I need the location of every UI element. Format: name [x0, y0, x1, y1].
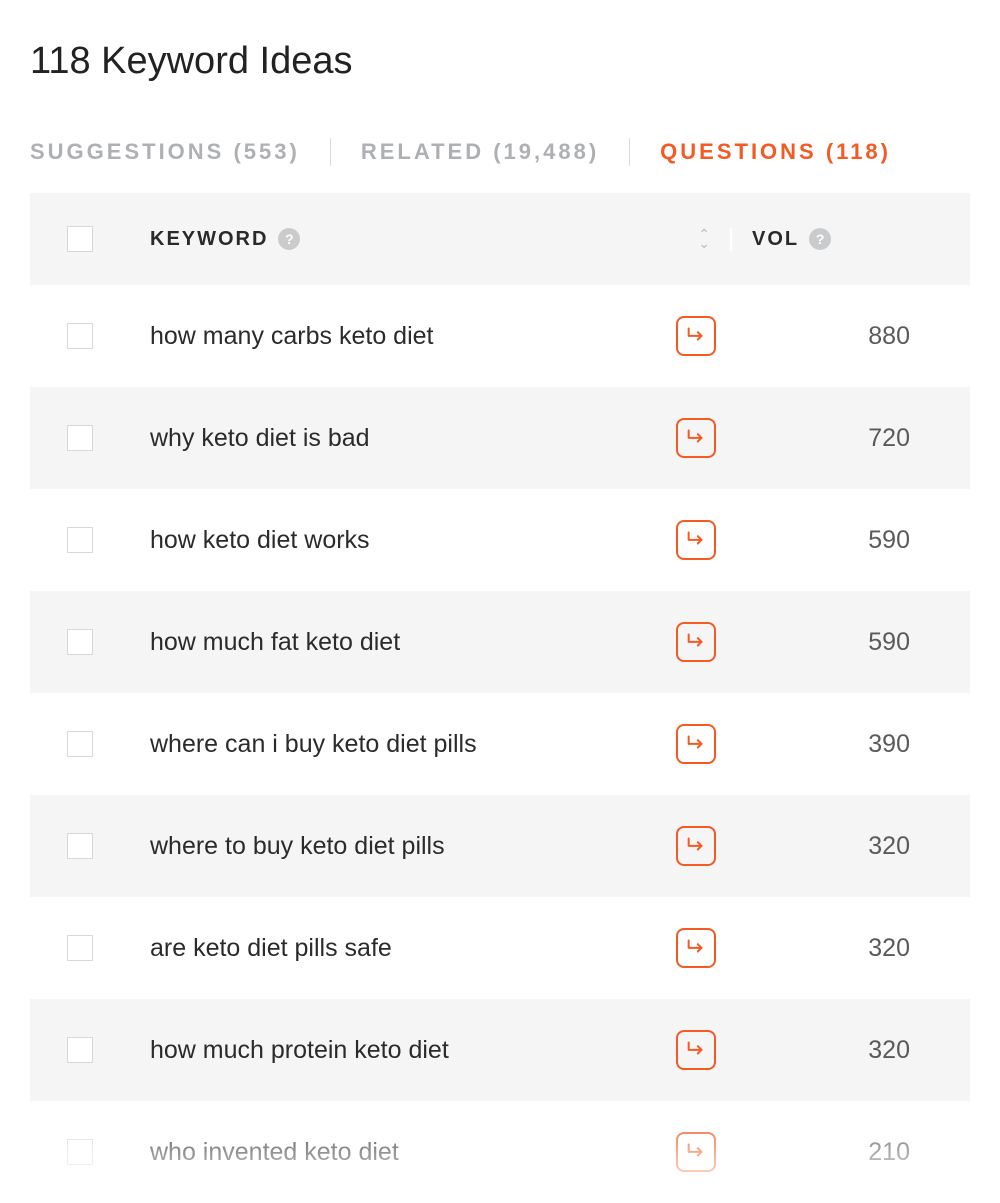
explore-button[interactable] [676, 418, 716, 458]
row-checkbox[interactable] [67, 935, 93, 961]
column-vol[interactable]: VOL ? [730, 228, 970, 251]
row-check-cell [30, 1037, 130, 1063]
row-check-cell [30, 731, 130, 757]
row-keyword-cell: are keto diet pills safe [130, 928, 730, 968]
row-checkbox[interactable] [67, 731, 93, 757]
help-icon[interactable]: ? [809, 228, 831, 250]
explore-button[interactable] [676, 1132, 716, 1172]
table-row: are keto diet pills safe 320 [30, 897, 970, 999]
row-keyword-cell: why keto diet is bad [130, 418, 730, 458]
row-checkbox[interactable] [67, 833, 93, 859]
keyword-text: where to buy keto diet pills [150, 832, 445, 861]
page-title: 118 Keyword Ideas [30, 40, 970, 83]
row-check-cell [30, 527, 130, 553]
keyword-text: how much fat keto diet [150, 628, 400, 657]
enter-arrow-icon [685, 833, 707, 860]
row-checkbox[interactable] [67, 1139, 93, 1165]
enter-arrow-icon [685, 1139, 707, 1166]
tabs: SUGGESTIONS (553) RELATED (19,488) QUEST… [30, 131, 970, 173]
row-check-cell [30, 1139, 130, 1165]
row-vol-cell: 590 [730, 628, 970, 657]
explore-button[interactable] [676, 826, 716, 866]
row-checkbox[interactable] [67, 425, 93, 451]
keyword-table: KEYWORD ? ⌃⌄ VOL ? how many carbs keto d… [30, 193, 970, 1203]
table-row: how many carbs keto diet 880 [30, 285, 970, 387]
row-vol-cell: 880 [730, 322, 970, 351]
enter-arrow-icon [685, 629, 707, 656]
explore-button[interactable] [676, 1030, 716, 1070]
table-row: why keto diet is bad 720 [30, 387, 970, 489]
row-checkbox[interactable] [67, 323, 93, 349]
enter-arrow-icon [685, 425, 707, 452]
explore-button[interactable] [676, 724, 716, 764]
row-keyword-cell: how keto diet works [130, 520, 730, 560]
row-keyword-cell: who invented keto diet [130, 1132, 730, 1172]
keyword-text: are keto diet pills safe [150, 934, 392, 963]
tab-related[interactable]: RELATED (19,488) [361, 131, 599, 173]
select-all-checkbox[interactable] [67, 226, 93, 252]
row-vol-cell: 590 [730, 526, 970, 555]
row-check-cell [30, 935, 130, 961]
explore-button[interactable] [676, 622, 716, 662]
row-check-cell [30, 629, 130, 655]
table-row: who invented keto diet 210 [30, 1101, 970, 1203]
keyword-text: who invented keto diet [150, 1138, 399, 1167]
column-keyword[interactable]: KEYWORD ? ⌃⌄ [130, 228, 730, 251]
column-vol-label: VOL [752, 228, 799, 251]
tab-questions[interactable]: QUESTIONS (118) [660, 131, 891, 173]
keyword-text: how many carbs keto diet [150, 322, 433, 351]
keyword-text: where can i buy keto diet pills [150, 730, 477, 759]
row-vol-cell: 720 [730, 424, 970, 453]
table-row: where to buy keto diet pills 320 [30, 795, 970, 897]
table-row: how much protein keto diet 320 [30, 999, 970, 1101]
row-check-cell [30, 425, 130, 451]
row-keyword-cell: how much protein keto diet [130, 1030, 730, 1070]
keyword-text: how much protein keto diet [150, 1036, 449, 1065]
explore-button[interactable] [676, 520, 716, 560]
row-keyword-cell: how much fat keto diet [130, 622, 730, 662]
tab-suggestions[interactable]: SUGGESTIONS (553) [30, 131, 300, 173]
help-icon[interactable]: ? [278, 228, 300, 250]
row-check-cell [30, 833, 130, 859]
row-checkbox[interactable] [67, 1037, 93, 1063]
row-vol-cell: 210 [730, 1138, 970, 1167]
row-check-cell [30, 323, 130, 349]
keyword-text: why keto diet is bad [150, 424, 370, 453]
tab-divider [629, 138, 630, 166]
keyword-text: how keto diet works [150, 526, 370, 555]
sort-icon[interactable]: ⌃⌄ [698, 230, 710, 248]
explore-button[interactable] [676, 928, 716, 968]
row-vol-cell: 320 [730, 1036, 970, 1065]
column-keyword-label: KEYWORD [150, 228, 268, 251]
enter-arrow-icon [685, 527, 707, 554]
row-keyword-cell: how many carbs keto diet [130, 316, 730, 356]
row-vol-cell: 320 [730, 832, 970, 861]
enter-arrow-icon [685, 1037, 707, 1064]
table-row: where can i buy keto diet pills 390 [30, 693, 970, 795]
row-checkbox[interactable] [67, 527, 93, 553]
row-keyword-cell: where to buy keto diet pills [130, 826, 730, 866]
select-all-cell [30, 226, 130, 252]
tab-divider [330, 138, 331, 166]
explore-button[interactable] [676, 316, 716, 356]
row-vol-cell: 390 [730, 730, 970, 759]
enter-arrow-icon [685, 935, 707, 962]
enter-arrow-icon [685, 323, 707, 350]
row-vol-cell: 320 [730, 934, 970, 963]
table-row: how much fat keto diet 590 [30, 591, 970, 693]
enter-arrow-icon [685, 731, 707, 758]
row-keyword-cell: where can i buy keto diet pills [130, 724, 730, 764]
table-row: how keto diet works 590 [30, 489, 970, 591]
table-header: KEYWORD ? ⌃⌄ VOL ? [30, 193, 970, 285]
row-checkbox[interactable] [67, 629, 93, 655]
